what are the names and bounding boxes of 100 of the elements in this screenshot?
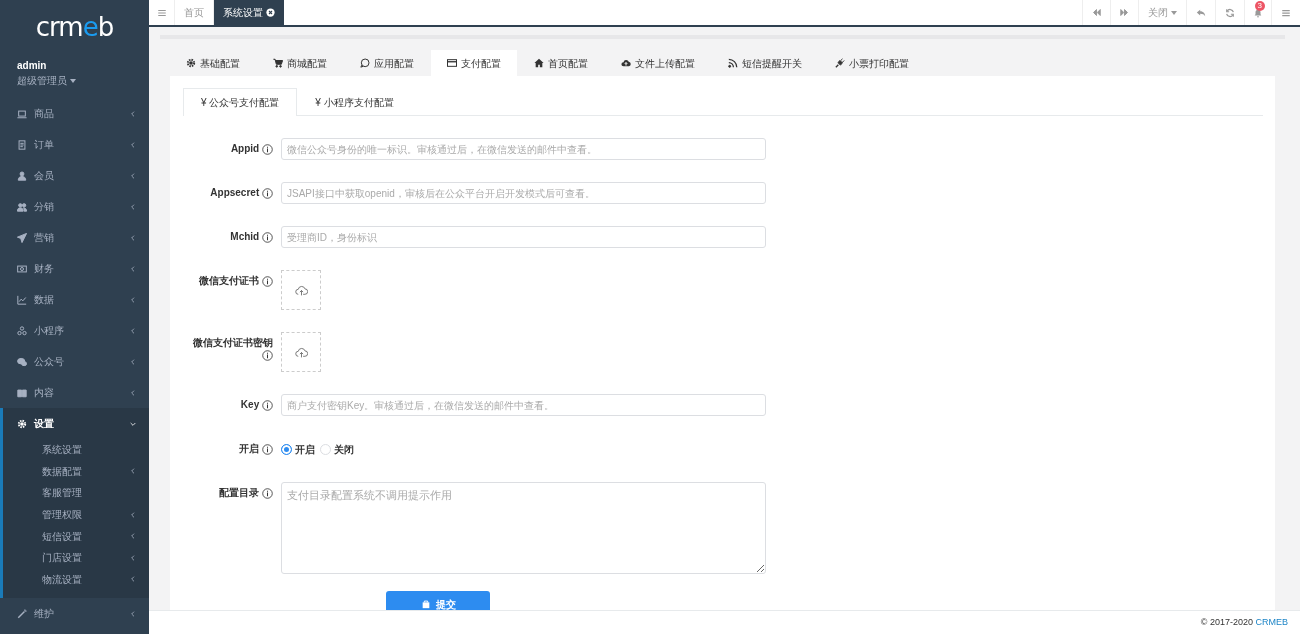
config-tab[interactable]: 商城配置	[257, 50, 343, 76]
cloud-upload-icon	[621, 58, 631, 68]
sidebar-item[interactable]: 公众号	[0, 346, 149, 377]
caret-icon	[1171, 10, 1177, 15]
sub-tab[interactable]: ¥ 公众号支付配置	[183, 88, 298, 116]
list-icon	[1281, 7, 1291, 18]
sidebar-item[interactable]: 会员	[0, 160, 149, 191]
copyright-text: © 2017-2020	[1200, 615, 1253, 629]
settings-icon	[186, 58, 196, 68]
chevron-left-icon	[129, 140, 137, 149]
config-tab[interactable]: 小票打印配置	[819, 50, 925, 76]
menu-icon	[156, 7, 167, 18]
input-field[interactable]: 受理商ID，身份标识	[281, 226, 766, 248]
chevron-left-icon	[129, 467, 137, 476]
field-label: Appid	[230, 143, 260, 154]
chevron-left-icon	[129, 202, 137, 211]
sidebar-item[interactable]: 财务	[0, 253, 149, 284]
field-label: 微信支付证书密钥	[193, 337, 273, 348]
page-tab[interactable]: 系统设置	[213, 0, 284, 25]
crmeb-link[interactable]: CRMEB	[1255, 615, 1288, 630]
info-icon	[262, 487, 273, 499]
submenu-item[interactable]: 短信设置	[3, 525, 149, 547]
submenu-item[interactable]: 门店设置	[3, 546, 149, 569]
rss-icon	[728, 58, 738, 68]
reply-icon	[1196, 7, 1206, 18]
chevron-left-icon	[129, 510, 137, 519]
paper-plane-icon	[17, 232, 27, 243]
settings-icon	[17, 418, 27, 429]
config-tab[interactable]: 基础配置	[170, 50, 256, 76]
book-icon	[17, 387, 27, 398]
banknote-icon	[17, 263, 27, 274]
users-icon	[17, 201, 27, 212]
radio-option[interactable]: 开启	[281, 441, 315, 457]
document-icon	[17, 139, 27, 150]
sidebar-item[interactable]: 商品	[0, 98, 149, 129]
credit-card-icon	[447, 58, 457, 68]
info-icon	[262, 231, 273, 243]
input-field[interactable]: 商户支付密钥Key。审核通过后，在微信发送的邮件中查看。	[281, 394, 766, 416]
laptop-icon	[17, 108, 27, 119]
chevron-left-icon	[129, 388, 137, 397]
refresh-icon	[1225, 7, 1235, 18]
cluster-icon	[17, 325, 27, 336]
field-label: 开启	[239, 443, 260, 454]
config-tab[interactable]: 短信提醒开关	[712, 50, 818, 76]
cloud-upload-icon	[294, 283, 308, 297]
chevron-left-icon	[129, 295, 137, 304]
bag-icon	[420, 599, 431, 609]
logo: crmeb	[35, 12, 114, 42]
cart-icon	[273, 58, 283, 68]
chevron-left-icon	[129, 326, 137, 335]
upload-button[interactable]	[281, 270, 321, 310]
radio-button[interactable]	[281, 443, 292, 455]
sidebar-item[interactable]: 订单	[0, 129, 149, 160]
sidebar-item[interactable]: 数据	[0, 284, 149, 315]
role-dropdown[interactable]: 超级管理员	[17, 73, 76, 88]
input-field[interactable]: JSAPI接口中获取openid，审核后在公众平台开启开发模式后可查看。	[281, 182, 766, 204]
info-icon	[262, 187, 273, 199]
line-chart-icon	[17, 294, 27, 305]
text-area[interactable]: 支付目录配置系统不调用提示作用	[281, 482, 766, 574]
info-icon	[262, 349, 273, 361]
config-tab[interactable]: 文件上传配置	[605, 50, 711, 76]
chevron-left-icon	[129, 553, 137, 562]
chevron-left-icon	[129, 233, 137, 242]
notification-badge: 3	[1254, 1, 1265, 11]
info-icon	[262, 399, 273, 411]
chevron-left-icon	[129, 575, 137, 584]
sidebar-item[interactable]: 小程序	[0, 315, 149, 346]
info-icon	[262, 143, 273, 155]
submenu-item[interactable]: 客服管理	[3, 482, 149, 504]
field-label: Mchid	[230, 231, 260, 242]
chevron-left-icon	[129, 109, 137, 118]
field-label: Appsecret	[210, 187, 260, 198]
sub-tab[interactable]: ¥ 小程序支付配置	[297, 88, 412, 116]
sidebar-item[interactable]: 分销	[0, 191, 149, 222]
submenu-item[interactable]: 系统设置	[3, 439, 149, 461]
chevron-left-icon	[129, 609, 137, 618]
field-label: 配置目录	[219, 487, 260, 498]
radio-option[interactable]: 关闭	[320, 441, 354, 457]
plug-icon	[835, 58, 845, 68]
cloud-upload-icon	[294, 345, 308, 359]
submenu-item[interactable]: 物流设置	[3, 568, 149, 591]
config-tab[interactable]: 应用配置	[344, 50, 430, 76]
submenu-item[interactable]: 数据配置	[3, 460, 149, 483]
sidebar-item[interactable]: 维护	[0, 598, 149, 630]
user-icon	[17, 170, 27, 181]
config-tab[interactable]: 首页配置	[518, 50, 604, 76]
sidebar-item[interactable]: 营销	[0, 222, 149, 253]
chat-bubble-icon	[360, 58, 370, 68]
config-tab[interactable]: 支付配置	[431, 50, 517, 76]
info-icon	[262, 275, 273, 287]
submenu-item[interactable]: 管理权限	[3, 503, 149, 526]
home-icon	[534, 58, 544, 68]
submit-button[interactable]: 提交	[386, 591, 490, 610]
double-right-icon	[1120, 8, 1129, 17]
field-label: 微信支付证书	[199, 275, 260, 286]
upload-button[interactable]	[281, 332, 321, 372]
chevron-left-icon	[129, 264, 137, 273]
sidebar-item[interactable]: 内容	[0, 377, 149, 408]
chevron-left-icon	[129, 357, 137, 366]
sidebar-item[interactable]: 设置	[3, 408, 149, 439]
